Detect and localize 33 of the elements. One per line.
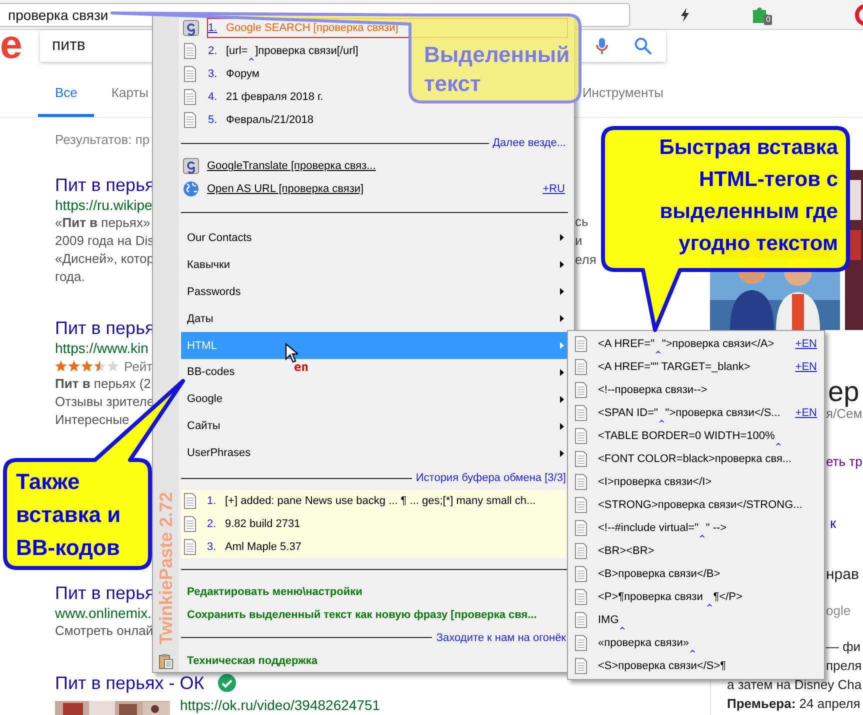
description-text: — фи <box>826 638 861 656</box>
callout-text: Также вставка и BB-кодов <box>16 468 121 562</box>
rating-label: Рейт <box>124 358 153 374</box>
description-text: а затем на Disney Cha <box>727 676 862 694</box>
badge-count: 0 <box>764 14 772 24</box>
panel-text: к <box>830 514 836 532</box>
snippet-text: Пит в перьях (2 <box>55 375 151 393</box>
panel-source: ogle <box>826 602 851 620</box>
result-url: https://ok.ru/video/39482624751 <box>180 696 380 714</box>
result-url: https://www.kin <box>55 339 148 357</box>
snippet-text: и <box>575 232 582 250</box>
panel-title: ер <box>828 379 860 405</box>
callout-text: Быстрая вставка HTML-тегов с выделенным где угодно текстом <box>659 135 838 257</box>
description-text: преля <box>826 657 862 675</box>
snippet-text: еля <box>575 251 596 269</box>
snippet-text: Интересные <box>55 411 130 429</box>
brand-text: TwinkiePaste 2.72 <box>156 492 176 645</box>
callout-text: Выделенный текст <box>424 41 570 98</box>
logo-letter: e <box>0 30 24 60</box>
snippet-text: «Пит в перьях» <box>55 214 150 232</box>
snippet-text: Отзывы зрителе <box>55 393 154 411</box>
panel-subtitle: я/Сем <box>826 406 862 423</box>
result-count: Результатов: пр <box>55 131 150 149</box>
snippet-text: года. <box>55 268 85 286</box>
panel-text: нрав <box>826 565 859 585</box>
section-label: История буфера обмена [3/3] <box>416 472 567 484</box>
result-url: https://ru.wikipe <box>55 196 152 214</box>
language-label: en <box>294 360 308 374</box>
result-url: www.onlinemix. <box>55 604 152 622</box>
snippet-text: Смотреть онлай <box>55 622 154 640</box>
snippet-text: сь <box>575 213 588 231</box>
description-text: Премьера: 24 апреля <box>727 695 860 713</box>
section-label: Заходите к нам на огонёк <box>436 632 567 644</box>
